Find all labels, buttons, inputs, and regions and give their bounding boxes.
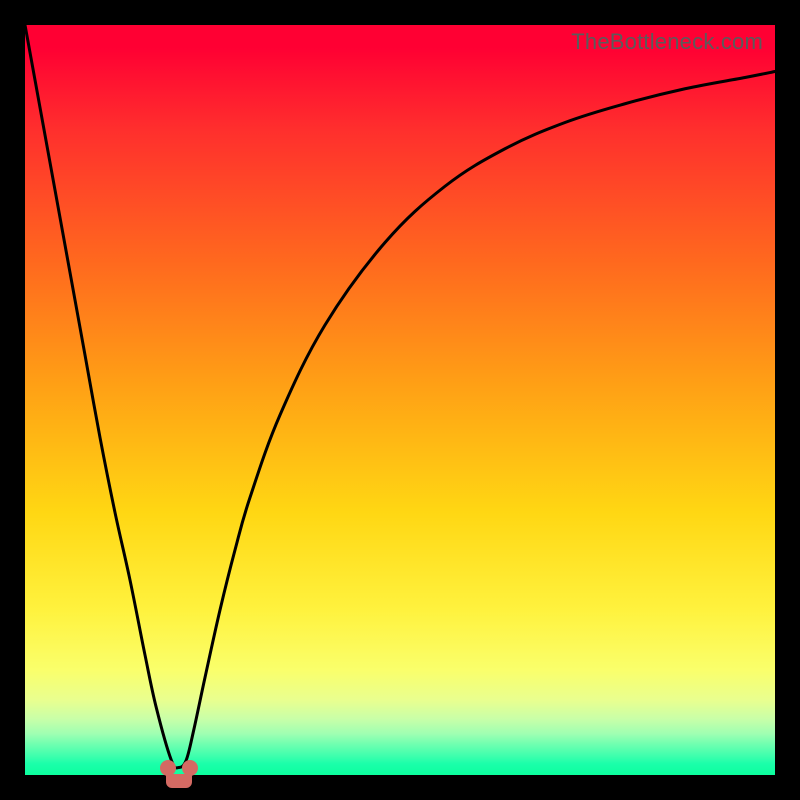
watermark-text: TheBottleneck.com — [571, 29, 763, 55]
bottleneck-curve — [25, 25, 775, 775]
marker-base — [166, 774, 192, 788]
chart-frame: TheBottleneck.com — [25, 25, 775, 775]
minimum-marker — [160, 760, 198, 790]
